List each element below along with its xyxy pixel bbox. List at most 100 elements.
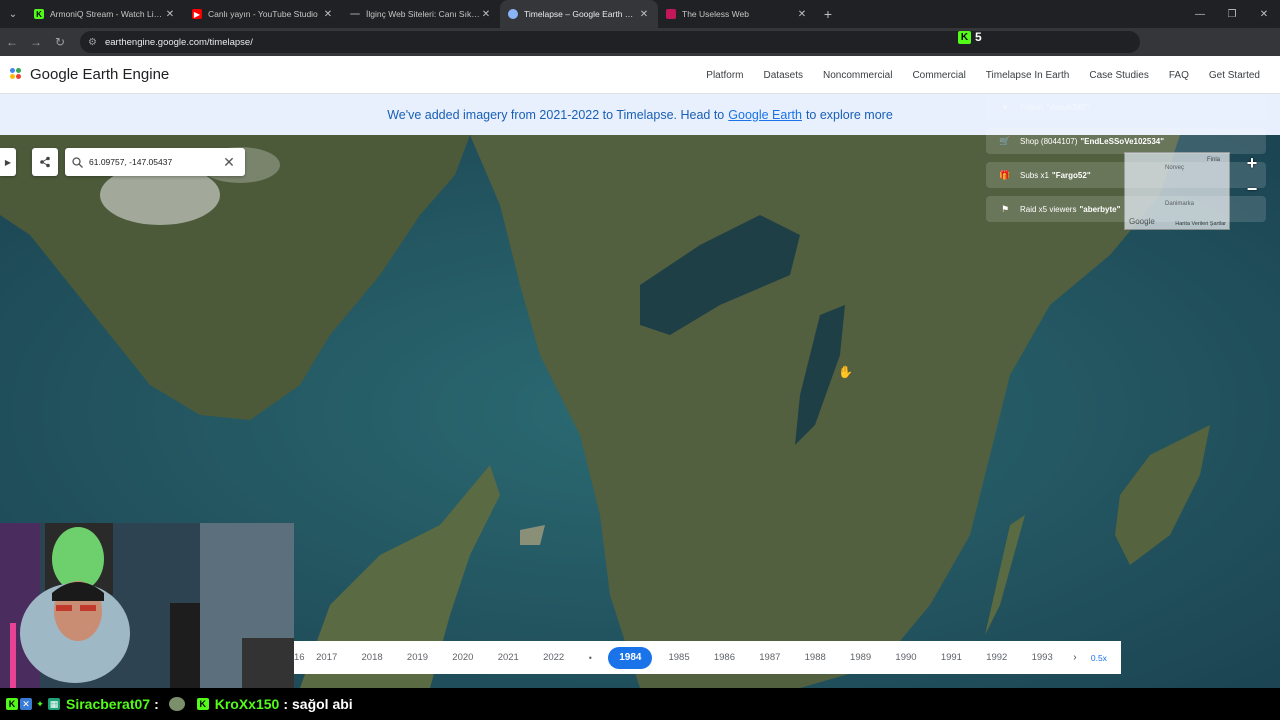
timeline-current-year[interactable]: 1984 [608,646,653,669]
kick-viewer-count: K 5 [958,30,982,44]
timeline-separator: • [588,652,592,663]
nav-datasets[interactable]: Datasets [754,70,813,81]
tab-4[interactable]: The Useless Web ✕ [658,0,816,28]
sparkle-badge-icon: ✦ [36,698,44,709]
tab-title: İlginç Web Siteleri: Canı Sıkılanl [366,9,480,19]
search-input[interactable] [89,157,219,167]
search-icon [65,156,89,168]
playback-speed-button[interactable]: 0.5x [1091,653,1107,663]
restore-icon[interactable]: ❐ [1216,0,1248,28]
forward-icon[interactable]: → [24,28,48,56]
tab-3[interactable]: Timelapse – Google Earth Engi ✕ [500,0,658,28]
location-search: ✕ [65,148,245,176]
window-controls: — ❐ ✕ [1184,0,1280,28]
nav-commercial[interactable]: Commercial [902,70,975,81]
nav-faq[interactable]: FAQ [1159,70,1199,81]
new-tab-button[interactable]: + [816,6,840,22]
alert-text: Subs x1 [1020,170,1049,180]
window-close-icon[interactable]: ✕ [1248,0,1280,28]
banner-text: We've added imagery from 2021-2022 to Ti… [387,107,725,122]
alert-user: "doruk345" [1046,102,1090,112]
timeline-year[interactable]: 2017 [304,652,349,663]
timeline-year[interactable]: 1988 [793,652,838,663]
nav-noncommercial[interactable]: Noncommercial [813,70,902,81]
chat-username: KroXx150 [214,696,280,712]
kick-logo-icon: K [958,30,971,44]
tab-search-button[interactable]: ⌄ [0,0,26,28]
verified-badge-icon: ✕ [20,698,32,710]
webcam-image [0,523,294,688]
timeline-year[interactable]: 1985 [656,652,701,663]
subscriber-badge-icon: ▦ [48,698,60,710]
viewer-count: 5 [975,30,982,44]
close-icon[interactable]: ✕ [638,9,650,20]
close-icon[interactable]: ✕ [164,9,176,20]
timeline-year[interactable]: 2022 [531,652,576,663]
chat-separator: : [283,696,288,712]
gift-icon: 🎁 [999,169,1011,180]
timeline-year[interactable]: 1992 [974,652,1019,663]
tab-title: ArmoniQ Stream - Watch Live o [50,9,164,19]
svg-text:✋: ✋ [838,365,853,379]
year-timeline: 16 2017 2018 2019 2020 2021 2022 • 1984 … [294,641,1121,674]
browser-tabbar: ⌄ K ArmoniQ Stream - Watch Live o ✕ ▶ Ca… [0,0,1280,28]
brand-name: Google Earth Engine [30,66,170,83]
close-icon[interactable]: ✕ [480,9,492,20]
timeline-year[interactable]: 16 [294,652,305,663]
alert-raid: ⚑ Raid x5 viewers "aberbyte" [986,196,1266,222]
emote-icon [168,697,185,711]
screen: ⌄ K ArmoniQ Stream - Watch Live o ✕ ▶ Ca… [0,0,1280,720]
timeline-year[interactable]: 2018 [349,652,394,663]
kick-favicon-icon: K [34,9,44,19]
timeline-year[interactable]: 1986 [702,652,747,663]
nav-get-started[interactable]: Get Started [1199,70,1266,81]
timeline-year[interactable]: 1987 [747,652,792,663]
cart-icon: 🛒 [999,135,1011,146]
earth-engine-favicon-icon [508,9,518,19]
timeline-year[interactable]: 2020 [440,652,485,663]
close-icon[interactable]: ✕ [796,9,808,20]
chat-username: Siracberat07 [66,696,151,712]
nav-timelapse[interactable]: Timelapse In Earth [976,70,1080,81]
page-favicon-icon [350,13,360,15]
timeline-next-icon[interactable]: › [1065,652,1085,663]
stream-chat-bar: K ✕ ✦ ▦ Siracberat07 : K KroXx150 : sağo… [0,688,1280,720]
timeline-year[interactable]: 1993 [1019,652,1064,663]
reload-icon[interactable]: ↻ [48,28,72,56]
clear-search-icon[interactable]: ✕ [219,154,239,171]
site-nav: Platform Datasets Noncommercial Commerci… [696,56,1266,94]
tab-0[interactable]: K ArmoniQ Stream - Watch Live o ✕ [26,0,184,28]
minimize-icon[interactable]: — [1184,0,1216,28]
brand[interactable]: Google Earth Engine [10,66,169,83]
browser-toolbar: ← → ↻ ⚙ earthengine.google.com/timelapse… [0,28,1280,77]
tab-1[interactable]: ▶ Canlı yayın - YouTube Studio ✕ [184,0,342,28]
kick-badge-icon: K [196,698,209,710]
timeline-year[interactable]: 1991 [929,652,974,663]
sidebar-toggle-button[interactable]: ▶ [0,148,16,176]
alert-user: "Fargo52" [1051,170,1091,180]
nav-case-studies[interactable]: Case Studies [1079,70,1158,81]
timeline-year[interactable]: 2021 [486,652,531,663]
timeline-year[interactable]: 1990 [883,652,928,663]
google-earth-link[interactable]: Google Earth [728,108,802,122]
stream-alerts: ♥ Follow "doruk345" 🛒 Shop (8044107) "EndL… [986,94,1266,230]
alert-user: "EndLeSSoVe102534" [1080,136,1165,146]
site-header: Google Earth Engine Platform Datasets No… [0,56,1280,94]
alert-shop: 🛒 Shop (8044107) "EndLeSSoVe102534" [986,128,1266,154]
share-button[interactable] [32,148,58,176]
share-icon [40,156,50,168]
timeline-year[interactable]: 2019 [395,652,440,663]
heart-icon: ♥ [1002,102,1008,112]
back-icon[interactable]: ← [0,28,24,56]
nav-platform[interactable]: Platform [696,70,753,81]
youtube-favicon-icon: ▶ [192,9,202,19]
alert-text: Shop (8044107) [1020,136,1078,146]
tab-2[interactable]: İlginç Web Siteleri: Canı Sıkılanl ✕ [342,0,500,28]
timeline-year[interactable]: 1989 [838,652,883,663]
useless-web-favicon-icon [666,9,676,19]
banner-text-end: to explore more [805,107,893,122]
alert-text: Follow [1020,102,1044,112]
close-icon[interactable]: ✕ [322,9,334,20]
raid-icon: ⚑ [1000,203,1010,214]
site-info-icon[interactable]: ⚙ [88,37,97,48]
